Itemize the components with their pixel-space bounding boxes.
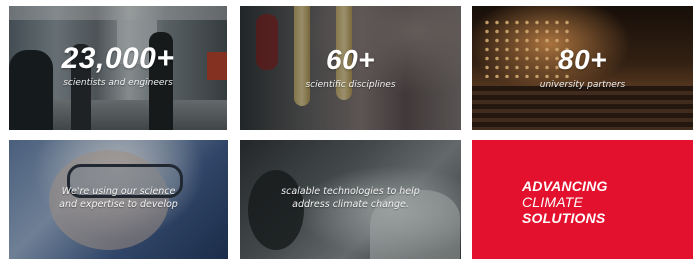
stat-number: 80+	[558, 44, 607, 75]
slogan-line-3: SOLUTIONS	[522, 210, 606, 226]
stat-caption: university partners	[539, 80, 626, 90]
message-line-2: address climate change.	[292, 199, 409, 210]
slogan-line-1: ADVANCING	[522, 178, 608, 194]
slogan-line-2: CLIMATE	[522, 194, 584, 210]
tile-scientists-and-engineers: 23,000+ scientists and engineers	[9, 6, 227, 130]
tile-university-partners: 80+ university partners	[472, 6, 693, 130]
stat-caption: scientists and engineers	[63, 78, 173, 88]
stat-caption: scientific disciplines	[305, 80, 396, 90]
tile-scientific-disciplines: 60+ scientific disciplines	[240, 6, 461, 130]
tile-climate-message: scalable technologies to help address cl…	[240, 140, 461, 259]
stat-number: 23,000+	[61, 42, 175, 75]
slogan: ADVANCING CLIMATE SOLUTIONS	[522, 178, 608, 226]
tile-advancing-climate-solutions: ADVANCING CLIMATE SOLUTIONS	[472, 140, 693, 259]
stat-number: 60+	[326, 44, 375, 75]
message-line-2: and expertise to develop	[59, 199, 178, 210]
message-line-1: scalable technologies to help	[281, 186, 420, 197]
video-frame-grid: 23,000+ scientists and engineers 60+ sci…	[0, 0, 696, 262]
message-line-1: We're using our science	[61, 186, 176, 197]
tile-science-message: We're using our science and expertise to…	[9, 140, 228, 259]
